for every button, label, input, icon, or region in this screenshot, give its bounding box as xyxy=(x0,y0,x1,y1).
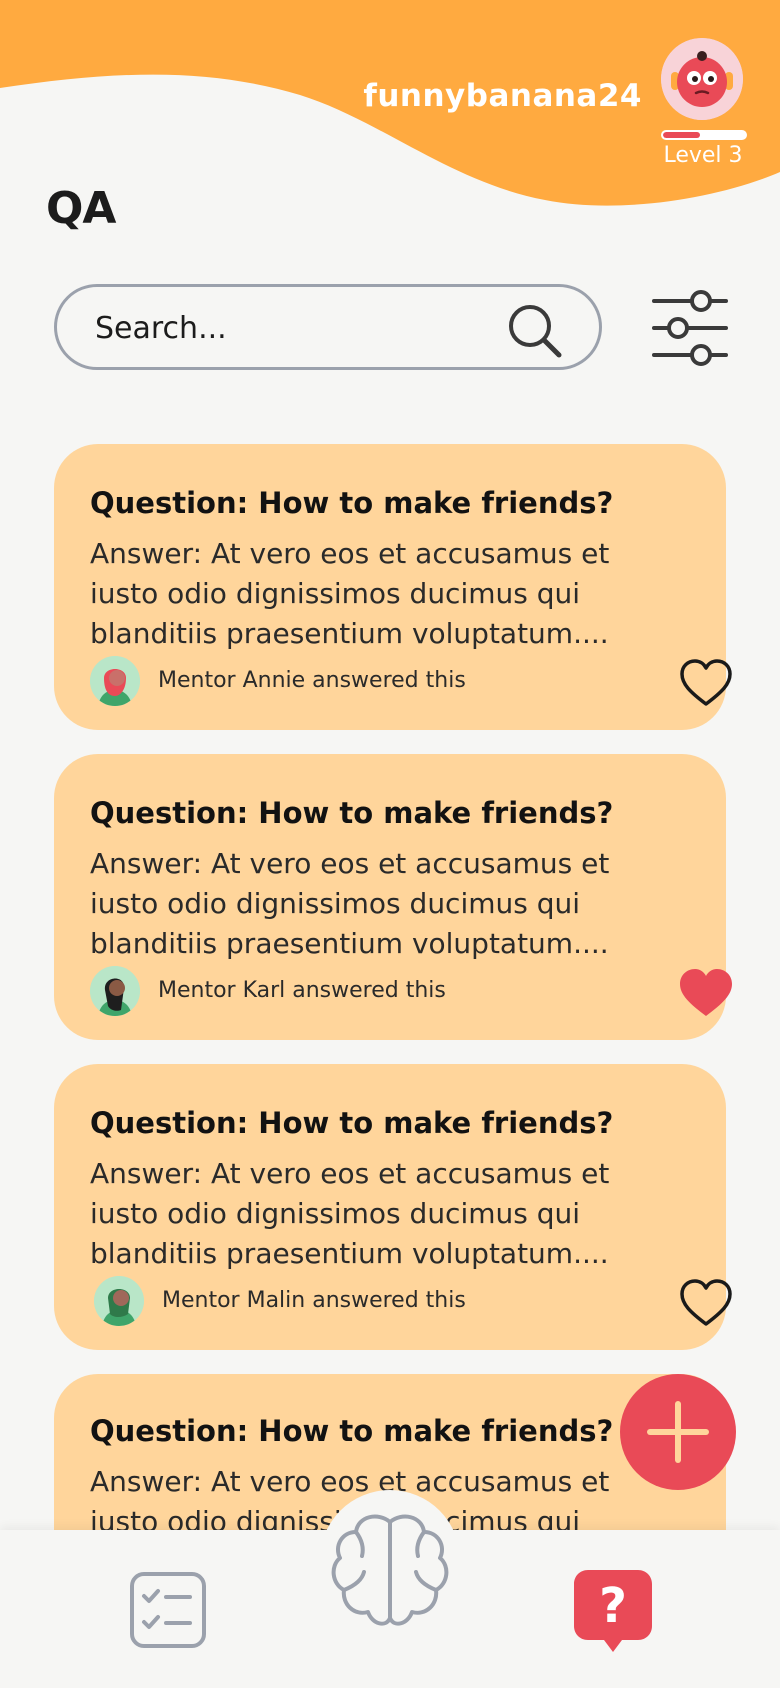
search-icon[interactable] xyxy=(503,299,567,363)
mentor-karl-avatar-icon xyxy=(90,966,140,1016)
question-title: Question: How to make friends? xyxy=(90,1414,614,1448)
mentor-avatar xyxy=(90,656,140,706)
mentor-avatar xyxy=(90,966,140,1016)
sliders-filter-icon[interactable] xyxy=(650,288,730,368)
card-footer: Mentor Malin answered this xyxy=(90,1276,732,1326)
level-progress-fill xyxy=(663,132,700,138)
page-title: QA xyxy=(46,183,116,234)
level-progress-bar xyxy=(661,130,747,140)
monkey-avatar-icon xyxy=(661,38,743,120)
search-bar xyxy=(54,284,602,370)
mentor-avatar xyxy=(94,1276,144,1326)
question-title: Question: How to make friends? xyxy=(90,486,614,520)
question-title: Question: How to make friends? xyxy=(90,1106,614,1140)
mentor-malin-avatar-icon xyxy=(94,1276,144,1326)
svg-text:?: ? xyxy=(599,1578,627,1634)
mentor-text: Mentor Annie answered this xyxy=(158,668,466,693)
checklist-icon xyxy=(130,1572,206,1648)
qa-card[interactable]: Question: How to make friends? Answer: A… xyxy=(54,754,732,1040)
card-footer: Mentor Annie answered this xyxy=(90,656,732,706)
add-question-button[interactable] xyxy=(620,1374,736,1490)
plus-icon xyxy=(647,1401,709,1463)
nav-qa-button[interactable]: ? xyxy=(574,1570,652,1652)
question-bubble-icon: ? xyxy=(574,1570,652,1652)
heart-filled-icon[interactable] xyxy=(678,968,734,1018)
user-avatar[interactable] xyxy=(661,38,743,120)
heart-outline-icon[interactable] xyxy=(678,1278,734,1328)
username: funnybanana24 xyxy=(363,78,642,114)
mentor-text: Mentor Karl answered this xyxy=(158,978,446,1003)
answer-preview: Answer: At vero eos et accusamus et iust… xyxy=(90,847,610,960)
nav-brain-button[interactable] xyxy=(328,1508,452,1632)
card-footer: Mentor Karl answered this xyxy=(90,966,732,1016)
mentor-annie-avatar-icon xyxy=(90,656,140,706)
qa-card[interactable]: Question: How to make friends? Answer: A… xyxy=(54,444,732,730)
answer-preview: Answer: At vero eos et accusamus et iust… xyxy=(90,537,610,650)
question-title: Question: How to make friends? xyxy=(90,796,614,830)
mentor-text: Mentor Malin answered this xyxy=(162,1288,466,1313)
answer-preview: Answer: At vero eos et accusamus et iust… xyxy=(90,1157,610,1270)
search-input[interactable] xyxy=(93,305,497,351)
heart-outline-icon[interactable] xyxy=(678,658,734,708)
nav-tasks-button[interactable] xyxy=(128,1570,208,1650)
brain-icon xyxy=(331,1514,449,1626)
qa-card[interactable]: Question: How to make friends? Answer: A… xyxy=(54,1064,732,1350)
level-label: Level 3 xyxy=(663,143,743,168)
